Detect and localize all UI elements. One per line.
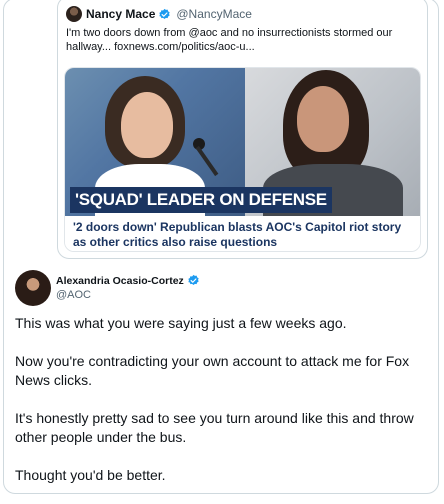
link-card-caption: '2 doors down' Republican blasts AOC's C… xyxy=(65,216,420,251)
author-handle[interactable]: @AOC xyxy=(56,289,91,301)
quoted-tweet[interactable]: Nancy Mace @NancyMace I'm two doors down… xyxy=(57,0,428,259)
tweet-paragraph: This was what you were saying just a few… xyxy=(15,315,347,331)
author-name-row: Alexandria Ocasio-Cortez xyxy=(56,274,200,287)
link-card-headline: '2 doors down' Republican blasts AOC's C… xyxy=(73,220,402,249)
quoted-author-handle[interactable]: @NancyMace xyxy=(176,7,252,21)
link-card[interactable]: 'SQUAD' LEADER ON DEFENSE '2 doors down'… xyxy=(64,67,421,252)
tweet-paragraph: Thought you'd be better. xyxy=(15,467,166,483)
author-avatar[interactable] xyxy=(15,270,51,306)
verified-badge-icon xyxy=(188,274,199,285)
quoted-author-avatar[interactable] xyxy=(66,6,82,22)
tweet-text: This was what you were saying just a few… xyxy=(15,314,425,504)
author-name[interactable]: Alexandria Ocasio-Cortez xyxy=(56,275,184,287)
tweet-paragraph: It's honestly pretty sad to see you turn… xyxy=(15,410,414,445)
quoted-author-name[interactable]: Nancy Mace xyxy=(86,7,155,21)
quoted-tweet-text: I'm two doors down from @aoc and no insu… xyxy=(66,27,393,53)
quoted-tweet-header: Nancy Mace @NancyMace xyxy=(66,6,252,22)
verified-badge-icon xyxy=(159,8,171,19)
tweet-paragraph: Now you're contradicting your own accoun… xyxy=(15,353,410,388)
news-banner: 'SQUAD' LEADER ON DEFENSE xyxy=(70,187,332,213)
